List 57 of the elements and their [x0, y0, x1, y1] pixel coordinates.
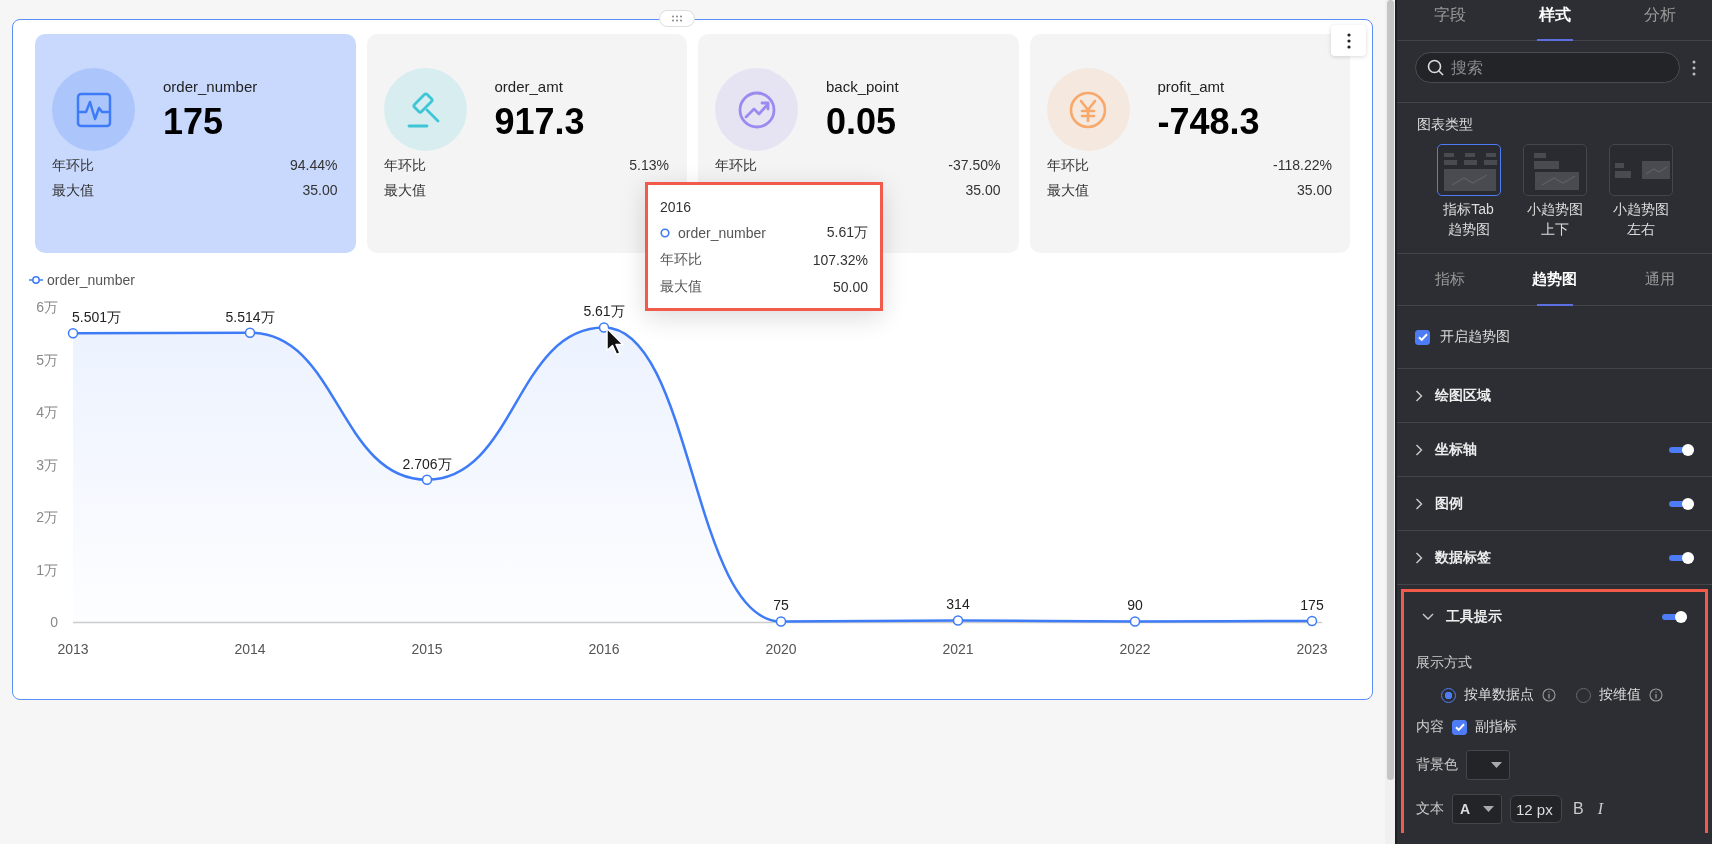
metric-value: -748.3 — [1157, 101, 1260, 143]
sub-metric-value: -37.50% — [948, 157, 1001, 175]
metric-value: 0.05 — [826, 101, 898, 143]
data-label: 90 — [1127, 597, 1143, 614]
tooltip-label: 年环比 — [660, 251, 702, 269]
x-axis-label: 2021 — [942, 641, 974, 657]
data-label: 5.514万 — [225, 308, 275, 325]
metric-name: order_amt — [494, 78, 564, 95]
metric-name: profit_amt — [1157, 78, 1226, 95]
checkbox-label: 开启趋势图 — [1440, 328, 1510, 347]
data-label: 5.501万 — [72, 309, 122, 326]
metric-name: order_number — [163, 78, 258, 95]
sub-metric-label: 年环比 — [715, 157, 757, 175]
sub-metric-value: 5.13% — [629, 157, 669, 175]
data-label: 75 — [773, 597, 789, 614]
sub-metric-value: 35.00 — [302, 182, 338, 200]
y-axis-label: 3万 — [36, 456, 58, 473]
data-label: 5.61万 — [583, 303, 625, 320]
metric-value: 175 — [163, 101, 225, 143]
x-axis-label: 2013 — [57, 641, 89, 657]
y-axis-label: 5万 — [36, 351, 58, 368]
x-axis-label: 2015 — [411, 641, 443, 657]
x-axis-label: 2014 — [234, 641, 266, 657]
tooltip-value: 50.00 — [832, 279, 868, 295]
checkbox-label: 副指标 — [1475, 718, 1517, 737]
data-label: 314 — [946, 596, 970, 613]
data-label: 2.706万 — [402, 455, 452, 472]
sub-metric-value: 94.44% — [290, 157, 338, 175]
x-axis-label: 2016 — [588, 641, 620, 657]
field-label: 内容 — [1416, 718, 1444, 737]
sub-metric-value: 35.00 — [965, 182, 1001, 198]
sub-metric-label: 年环比 — [383, 157, 426, 175]
tooltip-value: 107.32% — [812, 252, 868, 268]
y-axis-label: 2万 — [36, 509, 58, 525]
y-axis-label: 1万 — [36, 561, 58, 578]
tooltip-label: 最大值 — [660, 278, 702, 296]
sub-metric-label: 最大值 — [52, 182, 94, 200]
field-label: 展示方式 — [1416, 654, 1473, 673]
section-label: 图表类型 — [1417, 116, 1474, 134]
field-label: 文本 — [1416, 800, 1444, 819]
field-label: 背景色 — [1416, 756, 1458, 775]
data-label: 175 — [1300, 596, 1324, 613]
sub-metric-label: 最大值 — [1046, 182, 1089, 200]
sub-metric-value: 35.00 — [1296, 182, 1332, 200]
y-axis-label: 6万 — [36, 299, 58, 315]
tooltip-value: 5.61万 — [826, 224, 868, 242]
sub-metric-label: 年环比 — [1046, 157, 1089, 175]
metric-name: back_point — [826, 78, 899, 95]
x-axis-label: 2020 — [765, 641, 797, 657]
y-axis-label: 4万 — [36, 404, 58, 420]
sub-metric-label: 年环比 — [52, 157, 94, 175]
y-axis-label: 0 — [50, 614, 58, 630]
sub-metric-value: -118.22% — [1273, 157, 1332, 175]
x-axis-label: 2022 — [1119, 641, 1151, 657]
sub-metric-label: 最大值 — [383, 182, 426, 200]
x-axis-label: 2023 — [1296, 641, 1328, 657]
metric-value: 917.3 — [494, 101, 585, 143]
